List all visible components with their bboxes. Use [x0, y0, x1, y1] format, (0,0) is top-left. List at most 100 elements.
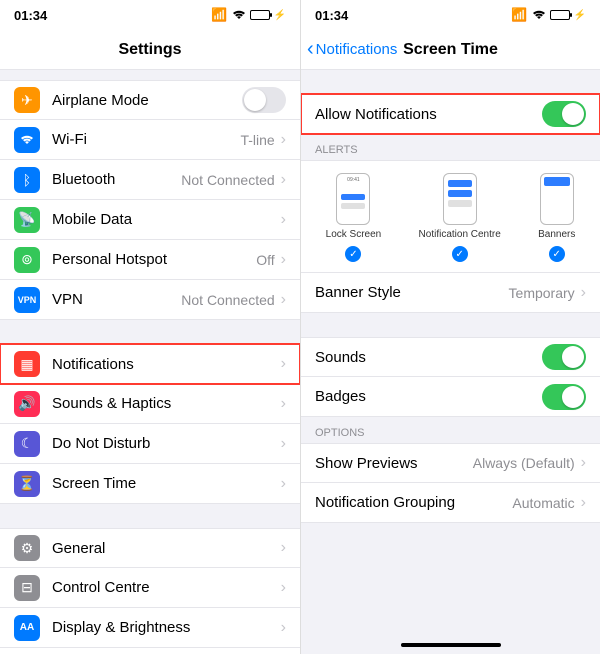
- row-value: Temporary: [509, 285, 575, 301]
- alert-label: Notification Centre: [419, 229, 501, 240]
- row-bluetooth[interactable]: ᛒ Bluetooth Not Connected ›: [0, 160, 300, 200]
- alert-lock-screen[interactable]: 09:41 Lock Screen ✓: [326, 173, 382, 262]
- alert-label: Banners: [538, 229, 575, 240]
- row-vpn[interactable]: VPN VPN Not Connected ›: [0, 280, 300, 320]
- back-button[interactable]: ‹ Notifications: [301, 38, 397, 61]
- sliders-icon: ⊟: [14, 575, 40, 601]
- row-value: Automatic: [512, 495, 574, 511]
- alert-notification-centre[interactable]: Notification Centre ✓: [419, 173, 501, 262]
- row-banner-style[interactable]: Banner Style Temporary ›: [301, 273, 600, 313]
- row-notification-grouping[interactable]: Notification Grouping Automatic ›: [301, 483, 600, 523]
- row-label: Notifications: [52, 356, 281, 373]
- row-label: Do Not Disturb: [52, 435, 281, 452]
- row-dnd[interactable]: ☾ Do Not Disturb ›: [0, 424, 300, 464]
- row-home-screen[interactable]: ⊞ Home Screen ›: [0, 648, 300, 654]
- row-sounds[interactable]: Sounds: [301, 337, 600, 377]
- row-label: Show Previews: [315, 455, 473, 472]
- chevron-right-icon: ›: [281, 291, 286, 309]
- row-label: Airplane Mode: [52, 92, 242, 109]
- moon-icon: ☾: [14, 431, 40, 457]
- row-show-previews[interactable]: Show Previews Always (Default) ›: [301, 443, 600, 483]
- row-label: VPN: [52, 291, 181, 308]
- status-bar: 01:34 📶 ⚡: [0, 0, 300, 30]
- lock-screen-preview-icon: 09:41: [336, 173, 370, 225]
- section-header-options: OPTIONS: [301, 417, 600, 443]
- row-label: Badges: [315, 388, 542, 405]
- row-label: Control Centre: [52, 579, 281, 596]
- airplane-icon: ✈︎: [14, 87, 40, 113]
- chevron-right-icon: ›: [281, 131, 286, 149]
- chevron-left-icon: ‹: [307, 38, 314, 61]
- chevron-right-icon: ›: [281, 171, 286, 189]
- status-icons: 📶 ⚡: [211, 7, 286, 23]
- chevron-right-icon: ›: [281, 251, 286, 269]
- charging-icon: ⚡: [274, 10, 286, 21]
- chevron-right-icon: ›: [581, 454, 586, 472]
- display-icon: AA: [14, 615, 40, 641]
- row-airplane[interactable]: ✈︎ Airplane Mode: [0, 80, 300, 120]
- wifi-icon: [232, 8, 246, 23]
- status-bar: 01:34 📶 ⚡: [301, 0, 600, 30]
- signal-icon: 📶: [511, 7, 527, 23]
- row-label: Allow Notifications: [315, 106, 542, 123]
- chevron-right-icon: ›: [281, 475, 286, 493]
- screentime-notifications-screenshot: 01:34 📶 ⚡ ‹ Notifications Screen Time Al…: [300, 0, 600, 654]
- row-screentime[interactable]: ⏳ Screen Time ›: [0, 464, 300, 504]
- row-label: Notification Grouping: [315, 494, 512, 511]
- notification-settings-list[interactable]: Allow Notifications ALERTS 09:41 Lock Sc…: [301, 70, 600, 654]
- allow-switch[interactable]: [542, 101, 586, 127]
- signal-icon: 📶: [211, 7, 227, 23]
- back-label: Notifications: [316, 41, 398, 58]
- airplane-switch[interactable]: [242, 87, 286, 113]
- row-sounds-haptics[interactable]: 🔊 Sounds & Haptics ›: [0, 384, 300, 424]
- row-label: Sounds: [315, 349, 542, 366]
- battery-icon: [250, 10, 270, 20]
- chevron-right-icon: ›: [581, 494, 586, 512]
- banners-preview-icon: [540, 173, 574, 225]
- row-label: Wi-Fi: [52, 131, 240, 148]
- chevron-right-icon: ›: [581, 284, 586, 302]
- row-display-brightness[interactable]: AA Display & Brightness ›: [0, 608, 300, 648]
- badges-switch[interactable]: [542, 384, 586, 410]
- row-general[interactable]: ⚙ General ›: [0, 528, 300, 568]
- row-notifications[interactable]: ▦ Notifications ›: [0, 344, 300, 384]
- chevron-right-icon: ›: [281, 619, 286, 637]
- row-label: Screen Time: [52, 475, 281, 492]
- hotspot-icon: ⊚: [14, 247, 40, 273]
- row-hotspot[interactable]: ⊚ Personal Hotspot Off ›: [0, 240, 300, 280]
- chevron-right-icon: ›: [281, 355, 286, 373]
- bluetooth-icon: ᛒ: [14, 167, 40, 193]
- page-title: Settings: [0, 41, 300, 59]
- row-control-centre[interactable]: ⊟ Control Centre ›: [0, 568, 300, 608]
- settings-list[interactable]: ✈︎ Airplane Mode Wi-Fi T-line › ᛒ Blueto…: [0, 70, 300, 654]
- row-allow-notifications[interactable]: Allow Notifications: [301, 94, 600, 134]
- row-badges[interactable]: Badges: [301, 377, 600, 417]
- chevron-right-icon: ›: [281, 579, 286, 597]
- wifi-icon: [532, 8, 546, 23]
- notification-centre-preview-icon: [443, 173, 477, 225]
- check-icon[interactable]: ✓: [549, 246, 565, 262]
- row-mobile-data[interactable]: 📡 Mobile Data ›: [0, 200, 300, 240]
- row-label: Banner Style: [315, 284, 509, 301]
- charging-icon: ⚡: [574, 10, 586, 21]
- chevron-right-icon: ›: [281, 539, 286, 557]
- row-label: General: [52, 540, 281, 557]
- hourglass-icon: ⏳: [14, 471, 40, 497]
- row-wifi[interactable]: Wi-Fi T-line ›: [0, 120, 300, 160]
- sounds-switch[interactable]: [542, 344, 586, 370]
- navbar: ‹ Notifications Screen Time: [301, 30, 600, 70]
- check-icon[interactable]: ✓: [452, 246, 468, 262]
- clock: 01:34: [315, 8, 348, 23]
- chevron-right-icon: ›: [281, 435, 286, 453]
- row-label: Bluetooth: [52, 171, 181, 188]
- check-icon[interactable]: ✓: [345, 246, 361, 262]
- section-header-alerts: ALERTS: [301, 134, 600, 160]
- status-icons: 📶 ⚡: [511, 7, 586, 23]
- antenna-icon: 📡: [14, 207, 40, 233]
- chevron-right-icon: ›: [281, 211, 286, 229]
- home-indicator: [401, 643, 501, 647]
- alert-banners[interactable]: Banners ✓: [538, 173, 575, 262]
- sounds-icon: 🔊: [14, 391, 40, 417]
- alert-label: Lock Screen: [326, 229, 382, 240]
- clock: 01:34: [14, 8, 47, 23]
